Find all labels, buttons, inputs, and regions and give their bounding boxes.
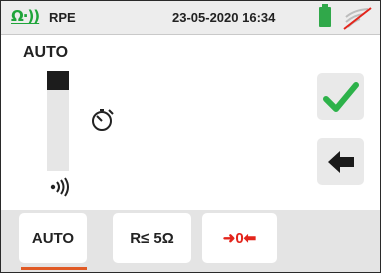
confirm-button[interactable] [317,73,364,120]
arrow-left-icon [327,150,354,173]
scale-mode-label: AUTO [23,44,69,61]
selected-tab-indicator [21,267,87,270]
tab-auto[interactable]: AUTO [19,213,87,263]
range-scale [47,71,69,171]
mode-label: RPE [49,10,76,25]
battery-full-icon [319,4,331,27]
buzzer-icon [50,177,69,197]
datetime: 23-05-2020 16:34 [172,10,276,25]
function-key-bar: AUTO R≤ 5Ω ➜0⬅ [1,210,380,272]
range-marker-icon [47,71,69,90]
tab-null-calibration[interactable]: ➜0⬅ [202,213,277,263]
tab-resistance-limit[interactable]: R≤ 5Ω [113,213,191,263]
instrument-screen: Ω·)) RPE 23-05-2020 16:34 AUTO AUTO R≤ 5… [0,0,381,273]
check-icon [322,81,359,112]
remote-disconnected-icon [343,7,372,30]
timer-icon [92,109,114,131]
back-button[interactable] [317,138,364,185]
continuity-function-icon: Ω·)) [11,7,40,25]
status-bar: Ω·)) RPE 23-05-2020 16:34 [1,1,380,35]
